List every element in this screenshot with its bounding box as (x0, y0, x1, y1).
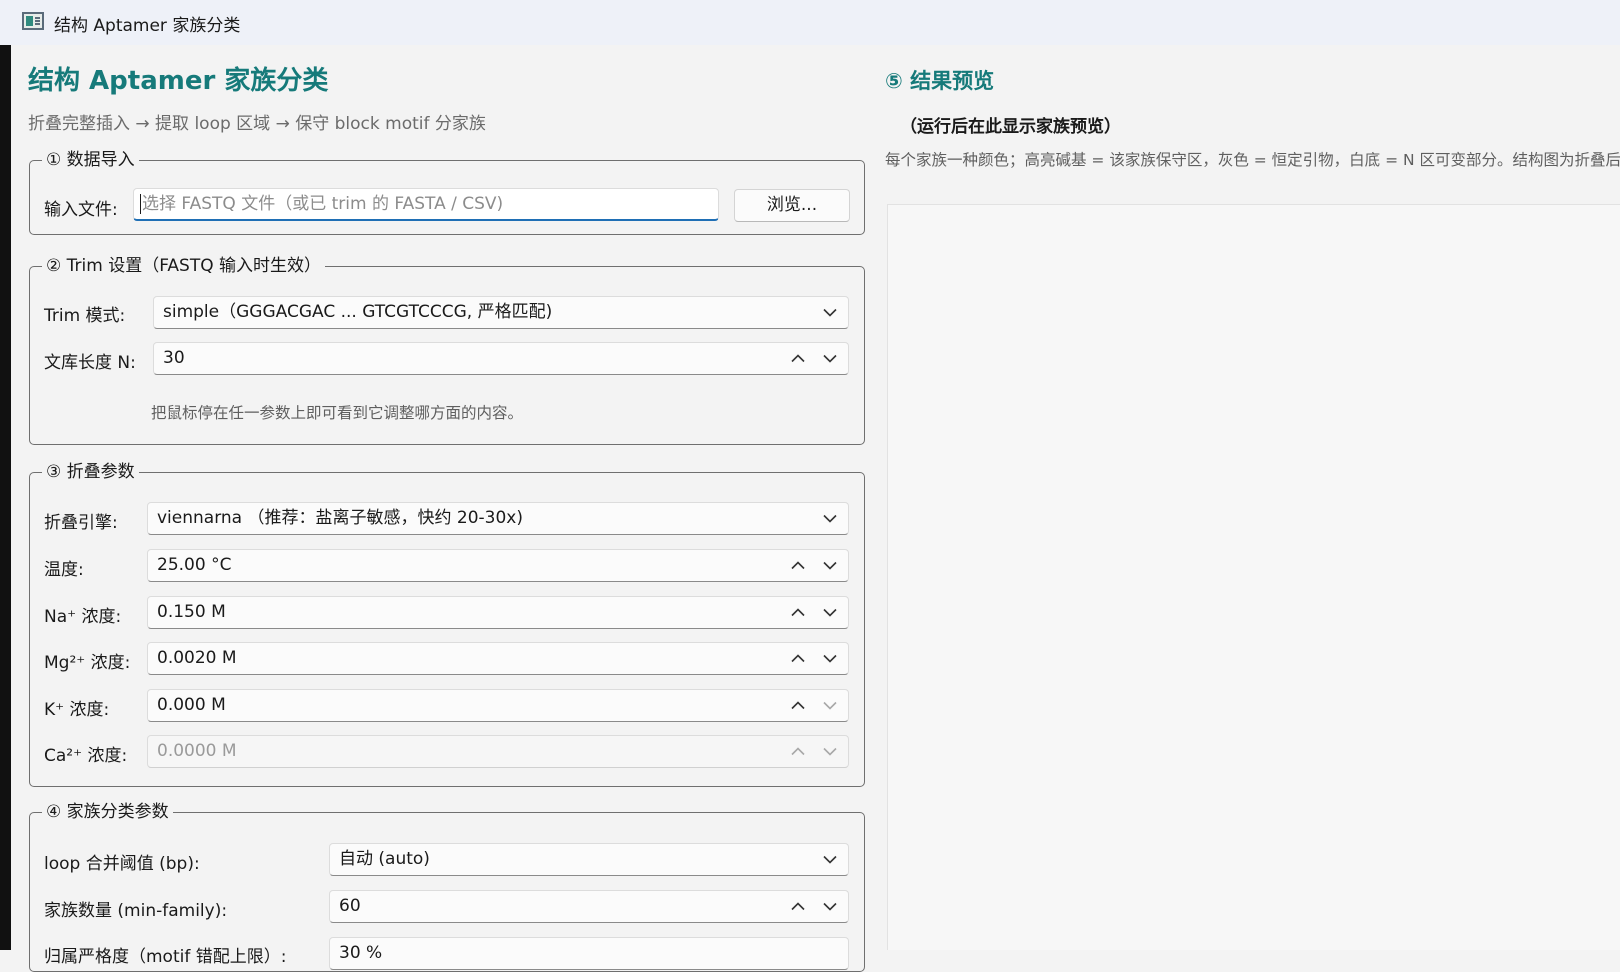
family-legend: ④ 家族分类参数 (46, 802, 169, 822)
family-count-spinbox[interactable]: 60 (329, 890, 849, 923)
browse-button[interactable]: 浏览... (734, 189, 850, 222)
k-concentration-spinbox[interactable]: 0.000 M (147, 689, 849, 722)
ca-concentration-spinbox[interactable]: 0.0000 M (147, 735, 849, 768)
loop-threshold-value: 自动 (auto) (339, 849, 430, 869)
k-concentration-label: K⁺ 浓度: (44, 700, 110, 720)
trim-legend: ② Trim 设置（FASTQ 输入时生效） (46, 256, 322, 276)
data-import-legend: ① 数据导入 (46, 150, 135, 170)
k-concentration-value: 0.000 M (157, 695, 226, 715)
temperature-spinbox[interactable]: 25.00 °C (147, 549, 849, 582)
family-count-value: 60 (339, 896, 361, 916)
ca-concentration-value: 0.0000 M (157, 741, 237, 761)
input-file-placeholder: 选择 FASTQ 文件（或已 trim 的 FASTA / CSV) (142, 194, 504, 214)
chevron-down-icon[interactable] (818, 597, 842, 628)
preview-status: （运行后在此显示家族预览） (900, 117, 1121, 137)
chevron-up-icon[interactable] (786, 891, 810, 922)
na-concentration-label: Na⁺ 浓度: (44, 607, 122, 627)
chevron-up-icon[interactable] (786, 690, 810, 721)
chevron-down-icon[interactable] (818, 297, 842, 328)
input-file-label: 输入文件: (44, 200, 118, 220)
input-file-field[interactable]: 选择 FASTQ 文件（或已 trim 的 FASTA / CSV) (133, 188, 719, 221)
trim-hint: 把鼠标停在任一参数上即可看到它调整哪方面的内容。 (151, 404, 524, 422)
window-title: 结构 Aptamer 家族分类 (54, 16, 241, 36)
preview-description: 每个家族一种颜色；高亮碱基 = 该家族保守区，灰色 = 恒定引物，白底 = N … (885, 151, 1620, 169)
pipeline-description: 折叠完整插入 → 提取 loop 区域 → 保守 block motif 分家族 (28, 114, 486, 134)
loop-threshold-label: loop 合并阈值 (bp): (44, 854, 200, 874)
library-length-label: 文库长度 N: (44, 353, 136, 373)
engine-value: viennarna （推荐：盐离子敏感，快约 20-30x) (157, 508, 523, 528)
chevron-down-icon[interactable] (818, 736, 842, 767)
family-count-label: 家族数量 (min-family): (44, 901, 228, 921)
na-concentration-value: 0.150 M (157, 602, 226, 622)
chevron-up-icon[interactable] (786, 550, 810, 581)
chevron-down-icon[interactable] (818, 891, 842, 922)
title-bar: 结构 Aptamer 家族分类 (0, 0, 1620, 45)
engine-label: 折叠引擎: (44, 513, 118, 533)
mg-concentration-spinbox[interactable]: 0.0020 M (147, 642, 849, 675)
trim-mode-value: simple（GGGACGAC ... GTCGTCCCG, 严格匹配) (163, 302, 553, 322)
chevron-down-icon[interactable] (818, 690, 842, 721)
preview-title: ⑤ 结果预览 (885, 69, 995, 93)
chevron-up-icon[interactable] (786, 597, 810, 628)
chevron-down-icon[interactable] (818, 844, 842, 875)
window-edge (0, 45, 11, 950)
chevron-up-icon[interactable] (786, 736, 810, 767)
text-caret (140, 194, 141, 214)
trim-mode-select[interactable]: simple（GGGACGAC ... GTCGTCCCG, 严格匹配) (153, 296, 849, 329)
strictness-value: 30 % (339, 943, 383, 963)
folding-legend: ③ 折叠参数 (46, 462, 135, 482)
app-icon (22, 12, 44, 30)
chevron-up-icon[interactable] (786, 343, 810, 374)
mg-concentration-value: 0.0020 M (157, 648, 237, 668)
na-concentration-spinbox[interactable]: 0.150 M (147, 596, 849, 629)
loop-threshold-select[interactable]: 自动 (auto) (329, 843, 849, 876)
chevron-down-icon[interactable] (818, 643, 842, 674)
library-length-value: 30 (163, 348, 185, 368)
app-heading: 结构 Aptamer 家族分类 (28, 66, 329, 96)
mg-concentration-label: Mg²⁺ 浓度: (44, 653, 131, 673)
temperature-value: 25.00 °C (157, 555, 232, 575)
engine-select[interactable]: viennarna （推荐：盐离子敏感，快约 20-30x) (147, 502, 849, 535)
strictness-spinbox[interactable]: 30 % (329, 937, 849, 970)
chevron-down-icon[interactable] (818, 343, 842, 374)
preview-canvas[interactable] (887, 204, 1620, 950)
trim-mode-label: Trim 模式: (44, 306, 126, 326)
chevron-up-icon[interactable] (786, 643, 810, 674)
library-length-spinbox[interactable]: 30 (153, 342, 849, 375)
chevron-down-icon[interactable] (818, 550, 842, 581)
ca-concentration-label: Ca²⁺ 浓度: (44, 746, 128, 766)
strictness-label: 归属严格度（motif 错配上限）: (44, 947, 287, 967)
chevron-down-icon[interactable] (818, 503, 842, 534)
temperature-label: 温度: (44, 560, 84, 580)
